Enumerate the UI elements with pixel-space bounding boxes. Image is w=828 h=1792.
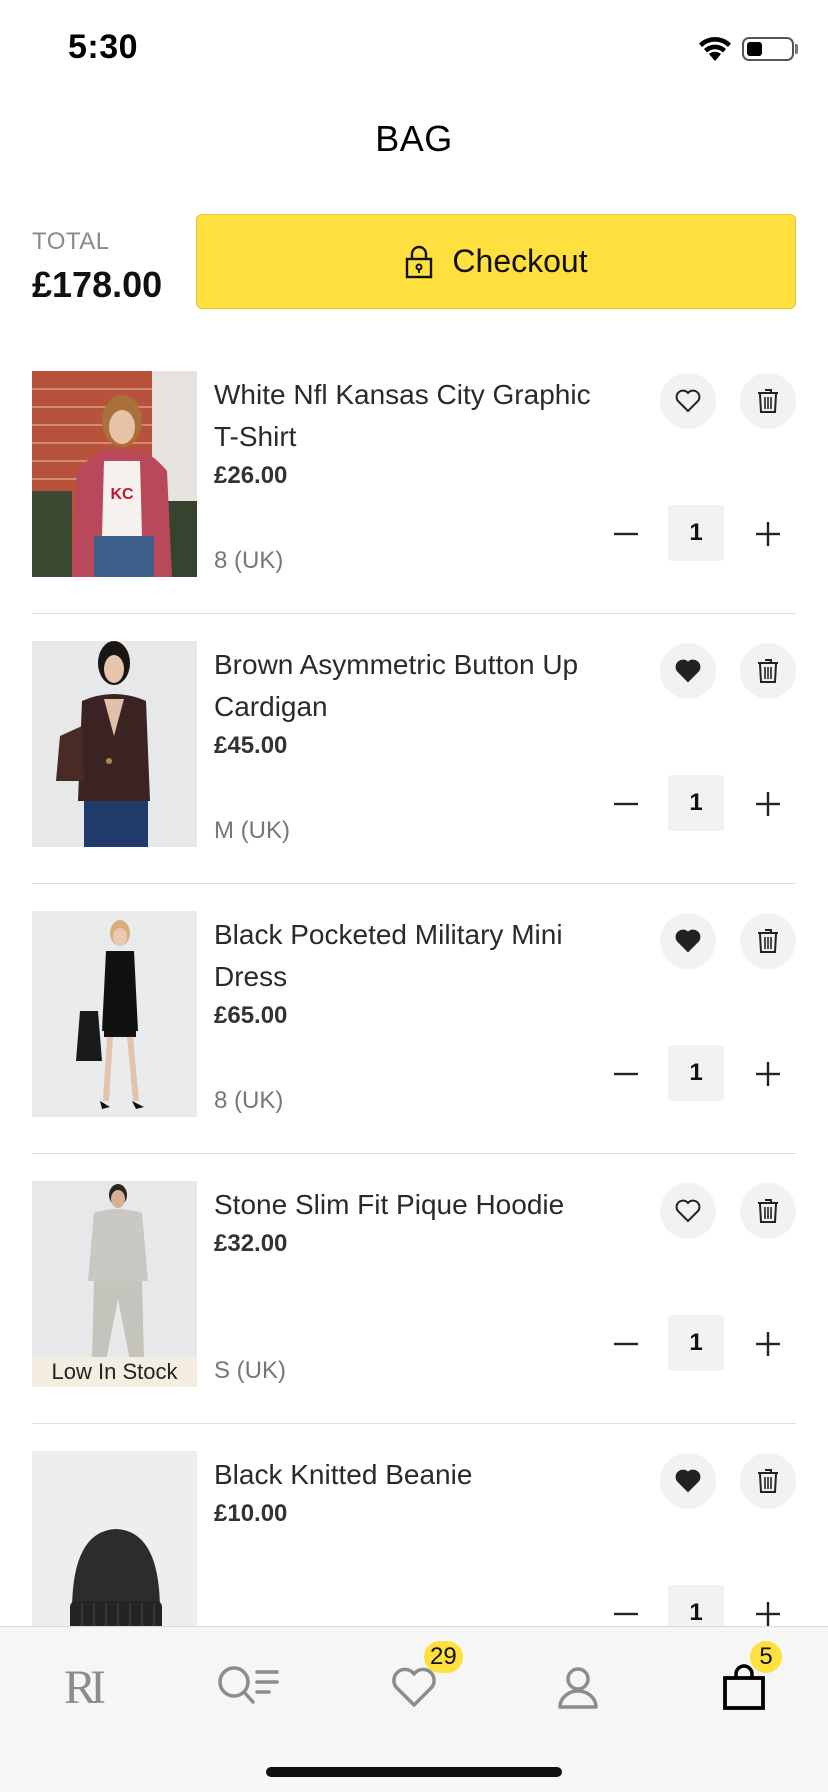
low-stock-badge: Low In Stock (32, 1357, 197, 1387)
battery-cap (795, 44, 798, 54)
minus-icon (614, 532, 638, 536)
decrease-quantity-button[interactable] (606, 1324, 646, 1364)
bag-item: Black Pocketed Military Mini Dress £65.0… (32, 884, 796, 1154)
plus-icon (756, 522, 780, 546)
home-indicator (266, 1767, 562, 1777)
item-size: 8 (UK) (214, 1087, 284, 1114)
product-photo-cardigan (32, 641, 197, 847)
increase-quantity-button[interactable] (748, 1324, 788, 1364)
total-label: TOTAL (32, 228, 110, 255)
product-image[interactable] (32, 641, 197, 847)
product-image[interactable]: KC (32, 371, 197, 577)
heart-outline-icon (675, 389, 701, 413)
tab-search[interactable] (208, 1657, 288, 1717)
brand-logo: RI (64, 1660, 106, 1714)
delete-button[interactable] (740, 373, 796, 429)
product-image[interactable]: Low In Stock (32, 1181, 197, 1387)
lock-icon (406, 245, 433, 278)
decrease-quantity-button[interactable] (606, 784, 646, 824)
item-price: £26.00 (214, 462, 288, 489)
trash-icon (758, 1469, 778, 1493)
user-icon (558, 1667, 598, 1709)
heart-filled-icon (675, 1469, 701, 1493)
increase-quantity-button[interactable] (748, 514, 788, 554)
status-time: 5:30 (68, 28, 139, 66)
item-size: S (UK) (214, 1357, 286, 1384)
wishlist-button[interactable] (660, 1183, 716, 1239)
delete-button[interactable] (740, 1183, 796, 1239)
total-value: £178.00 (32, 264, 163, 305)
item-name[interactable]: Black Knitted Beanie (214, 1454, 604, 1496)
tab-account[interactable] (538, 1657, 618, 1717)
delete-button[interactable] (740, 913, 796, 969)
checkout-label: Checkout (452, 243, 588, 279)
item-price: £10.00 (214, 1500, 288, 1527)
delete-button[interactable] (740, 643, 796, 699)
decrease-quantity-button[interactable] (606, 1054, 646, 1094)
heart-outline-icon (675, 1199, 701, 1223)
wishlist-count-badge: 29 (424, 1641, 463, 1673)
product-image[interactable] (32, 911, 197, 1117)
item-price: £65.00 (214, 1002, 288, 1029)
item-name[interactable]: Brown Asymmetric Button Up Cardigan (214, 644, 604, 728)
checkout-button[interactable]: Checkout (196, 214, 796, 309)
delete-button[interactable] (740, 1453, 796, 1509)
heart-icon (392, 1667, 436, 1707)
item-name[interactable]: Stone Slim Fit Pique Hoodie (214, 1184, 604, 1226)
item-name[interactable]: White Nfl Kansas City Graphic T-Shirt (214, 374, 604, 458)
item-size: 8 (UK) (214, 547, 284, 574)
wishlist-button[interactable] (660, 643, 716, 699)
plus-icon (756, 1602, 780, 1626)
tab-wishlist[interactable]: 29 (374, 1641, 463, 1717)
wishlist-button[interactable] (660, 1453, 716, 1509)
item-price: £32.00 (214, 1230, 288, 1257)
bag-item: Brown Asymmetric Button Up Cardigan £45.… (32, 614, 796, 884)
heart-filled-icon (675, 659, 701, 683)
decrease-quantity-button[interactable] (606, 514, 646, 554)
quantity-value: 1 (668, 1045, 724, 1101)
trash-icon (758, 929, 778, 953)
product-photo-dress (32, 911, 197, 1117)
tab-bag[interactable]: 5 (704, 1641, 784, 1717)
trash-icon (758, 1199, 778, 1223)
trash-icon (758, 659, 778, 683)
wifi-icon (699, 37, 731, 61)
trash-icon (758, 389, 778, 413)
heart-filled-icon (675, 929, 701, 953)
plus-icon (756, 1062, 780, 1086)
quantity-value: 1 (668, 505, 724, 561)
bag-item: Low In Stock Stone Slim Fit Pique Hoodie… (32, 1154, 796, 1424)
status-bar: 5:30 (0, 0, 828, 100)
item-size: M (UK) (214, 817, 290, 844)
product-photo-tshirt: KC (32, 371, 197, 577)
quantity-value: 1 (668, 1315, 724, 1371)
minus-icon (614, 1072, 638, 1076)
quantity-value: 1 (668, 775, 724, 831)
bag-count-badge: 5 (750, 1641, 782, 1673)
minus-icon (614, 802, 638, 806)
battery-icon (742, 37, 794, 61)
minus-icon (614, 1342, 638, 1346)
page-title: BAG (375, 118, 453, 159)
increase-quantity-button[interactable] (748, 784, 788, 824)
tab-home[interactable]: RI (42, 1657, 122, 1717)
item-name[interactable]: Black Pocketed Military Mini Dress (214, 914, 604, 998)
minus-icon (614, 1612, 638, 1616)
search-icon (218, 1666, 279, 1704)
wishlist-button[interactable] (660, 913, 716, 969)
bag-item: KC White Nfl Kansas City Graphic T-Shirt… (32, 344, 796, 614)
plus-icon (756, 792, 780, 816)
battery-level (747, 42, 762, 56)
increase-quantity-button[interactable] (748, 1054, 788, 1094)
item-price: £45.00 (214, 732, 288, 759)
svg-text:KC: KC (110, 486, 134, 503)
wishlist-button[interactable] (660, 373, 716, 429)
plus-icon (756, 1332, 780, 1356)
